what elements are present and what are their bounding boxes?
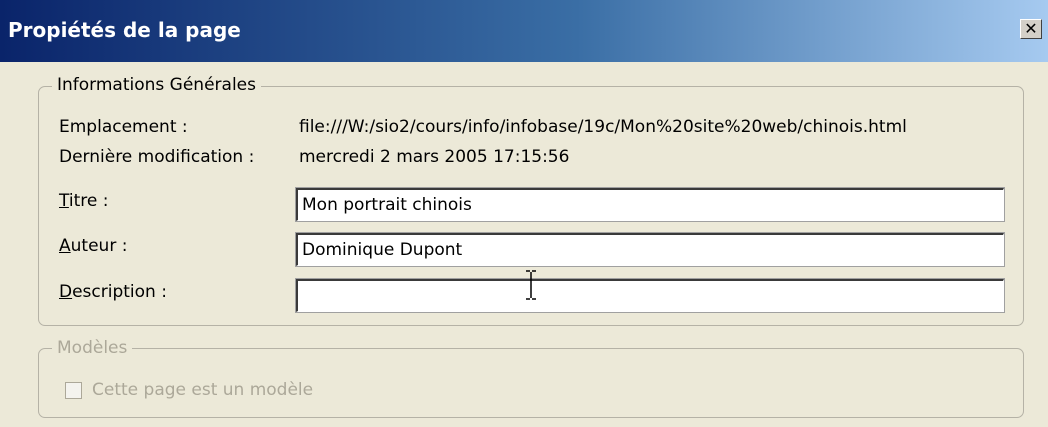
general-info-legend: Informations Générales [52,75,261,95]
title-label-text: itre : [68,191,109,211]
author-label-mnemonic: A [59,236,71,256]
description-input[interactable] [295,278,1005,313]
location-value: file:///W:/sio2/cours/info/infobase/19c/… [299,117,907,137]
last-modified-label: Dernière modification : [59,147,255,167]
title-input[interactable] [295,187,1005,222]
title-bar[interactable]: Propiétés de la page ✕ [0,0,1048,62]
description-label: Description : [59,282,167,302]
author-input[interactable] [295,232,1005,267]
template-checkbox-row[interactable]: Cette page est un modèle [65,380,385,402]
template-checkbox[interactable] [65,382,82,399]
description-label-mnemonic: D [59,282,73,302]
title-label-mnemonic: T [59,191,69,211]
templates-legend: Modèles [52,338,133,358]
window-title: Propiétés de la page [8,18,241,42]
last-modified-value: mercredi 2 mars 2005 17:15:56 [299,147,570,167]
text-cursor-icon [526,270,536,300]
description-label-text: escription : [72,282,167,302]
location-label: Emplacement : [59,117,188,137]
template-checkbox-label: Cette page est un modèle [92,380,314,400]
author-label-text: uteur : [70,236,128,256]
title-label: Titre : [59,191,108,211]
close-button[interactable]: ✕ [1020,19,1042,39]
author-label: Auteur : [59,236,127,256]
close-icon: ✕ [1024,19,1038,38]
